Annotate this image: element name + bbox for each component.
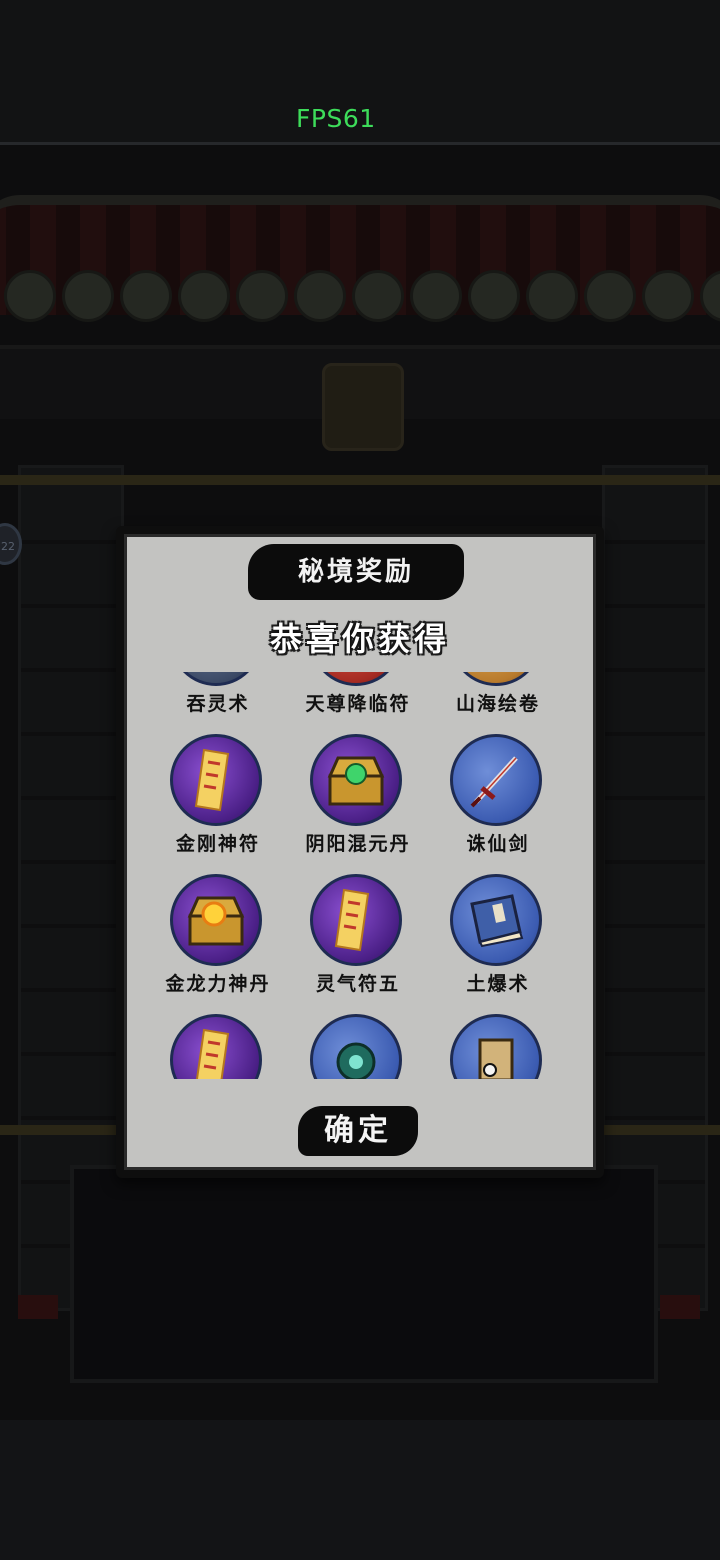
scroll-book-icon xyxy=(170,672,262,686)
reward-item[interactable]: 诛仙剑 xyxy=(428,722,568,862)
reward-item-label: 土爆术 xyxy=(466,973,530,995)
reward-item-label: 金刚神符 xyxy=(175,833,260,855)
confirm-button[interactable]: 确定 xyxy=(298,1106,418,1156)
dialog-subtitle: 恭喜你获得 xyxy=(269,620,450,658)
painted-scroll-icon xyxy=(450,672,542,686)
dialog-title: 秘境奖励 xyxy=(248,544,464,600)
reward-item[interactable] xyxy=(288,1002,428,1079)
reward-item-label: 金龙力神丹 xyxy=(165,973,271,995)
talisman-icon xyxy=(170,734,262,826)
skill-book-icon xyxy=(450,874,542,966)
reward-item-label: 阴阳混元丹 xyxy=(305,833,411,855)
reward-item-label: 山海绘卷 xyxy=(455,693,540,715)
talisman-icon xyxy=(170,1014,262,1079)
bottom-area xyxy=(0,1420,720,1560)
treasure-chest-gold-pill-icon xyxy=(170,874,262,966)
reward-item-label: 吞灵术 xyxy=(186,693,250,715)
treasure-box-icon xyxy=(450,1014,542,1079)
reward-item[interactable]: 阴阳混元丹 xyxy=(288,722,428,862)
reward-list-viewport[interactable]: 吞灵术 天尊降临符 山海绘卷金刚神符 阴阳混元丹 诛仙剑金龙力神丹 灵气符五 土爆术 xyxy=(148,672,568,1079)
reward-item[interactable] xyxy=(148,1002,288,1079)
reward-item[interactable]: 土爆术 xyxy=(428,862,568,1002)
reward-item-label: 诛仙剑 xyxy=(466,833,530,855)
talisman-icon xyxy=(310,874,402,966)
reward-item[interactable]: 吞灵术 xyxy=(148,672,288,722)
reward-item-label: 天尊降临符 xyxy=(305,693,411,715)
treasure-chest-green-pill-icon xyxy=(310,734,402,826)
sword-icon xyxy=(450,734,542,826)
spirit-orb-icon xyxy=(310,1014,402,1079)
talisman-icon xyxy=(310,672,402,686)
reward-item-label: 灵气符五 xyxy=(315,973,400,995)
reward-item[interactable]: 山海绘卷 xyxy=(428,672,568,722)
reward-item[interactable]: 天尊降临符 xyxy=(288,672,428,722)
reward-item[interactable]: 金龙力神丹 xyxy=(148,862,288,1002)
fps-counter: FPS61 xyxy=(296,104,376,133)
reward-item[interactable]: 金刚神符 xyxy=(148,722,288,862)
reward-item[interactable] xyxy=(428,1002,568,1079)
reward-grid: 吞灵术 天尊降临符 山海绘卷金刚神符 阴阳混元丹 诛仙剑金龙力神丹 灵气符五 土爆术 xyxy=(148,672,568,1079)
reward-item[interactable]: 灵气符五 xyxy=(288,862,428,1002)
